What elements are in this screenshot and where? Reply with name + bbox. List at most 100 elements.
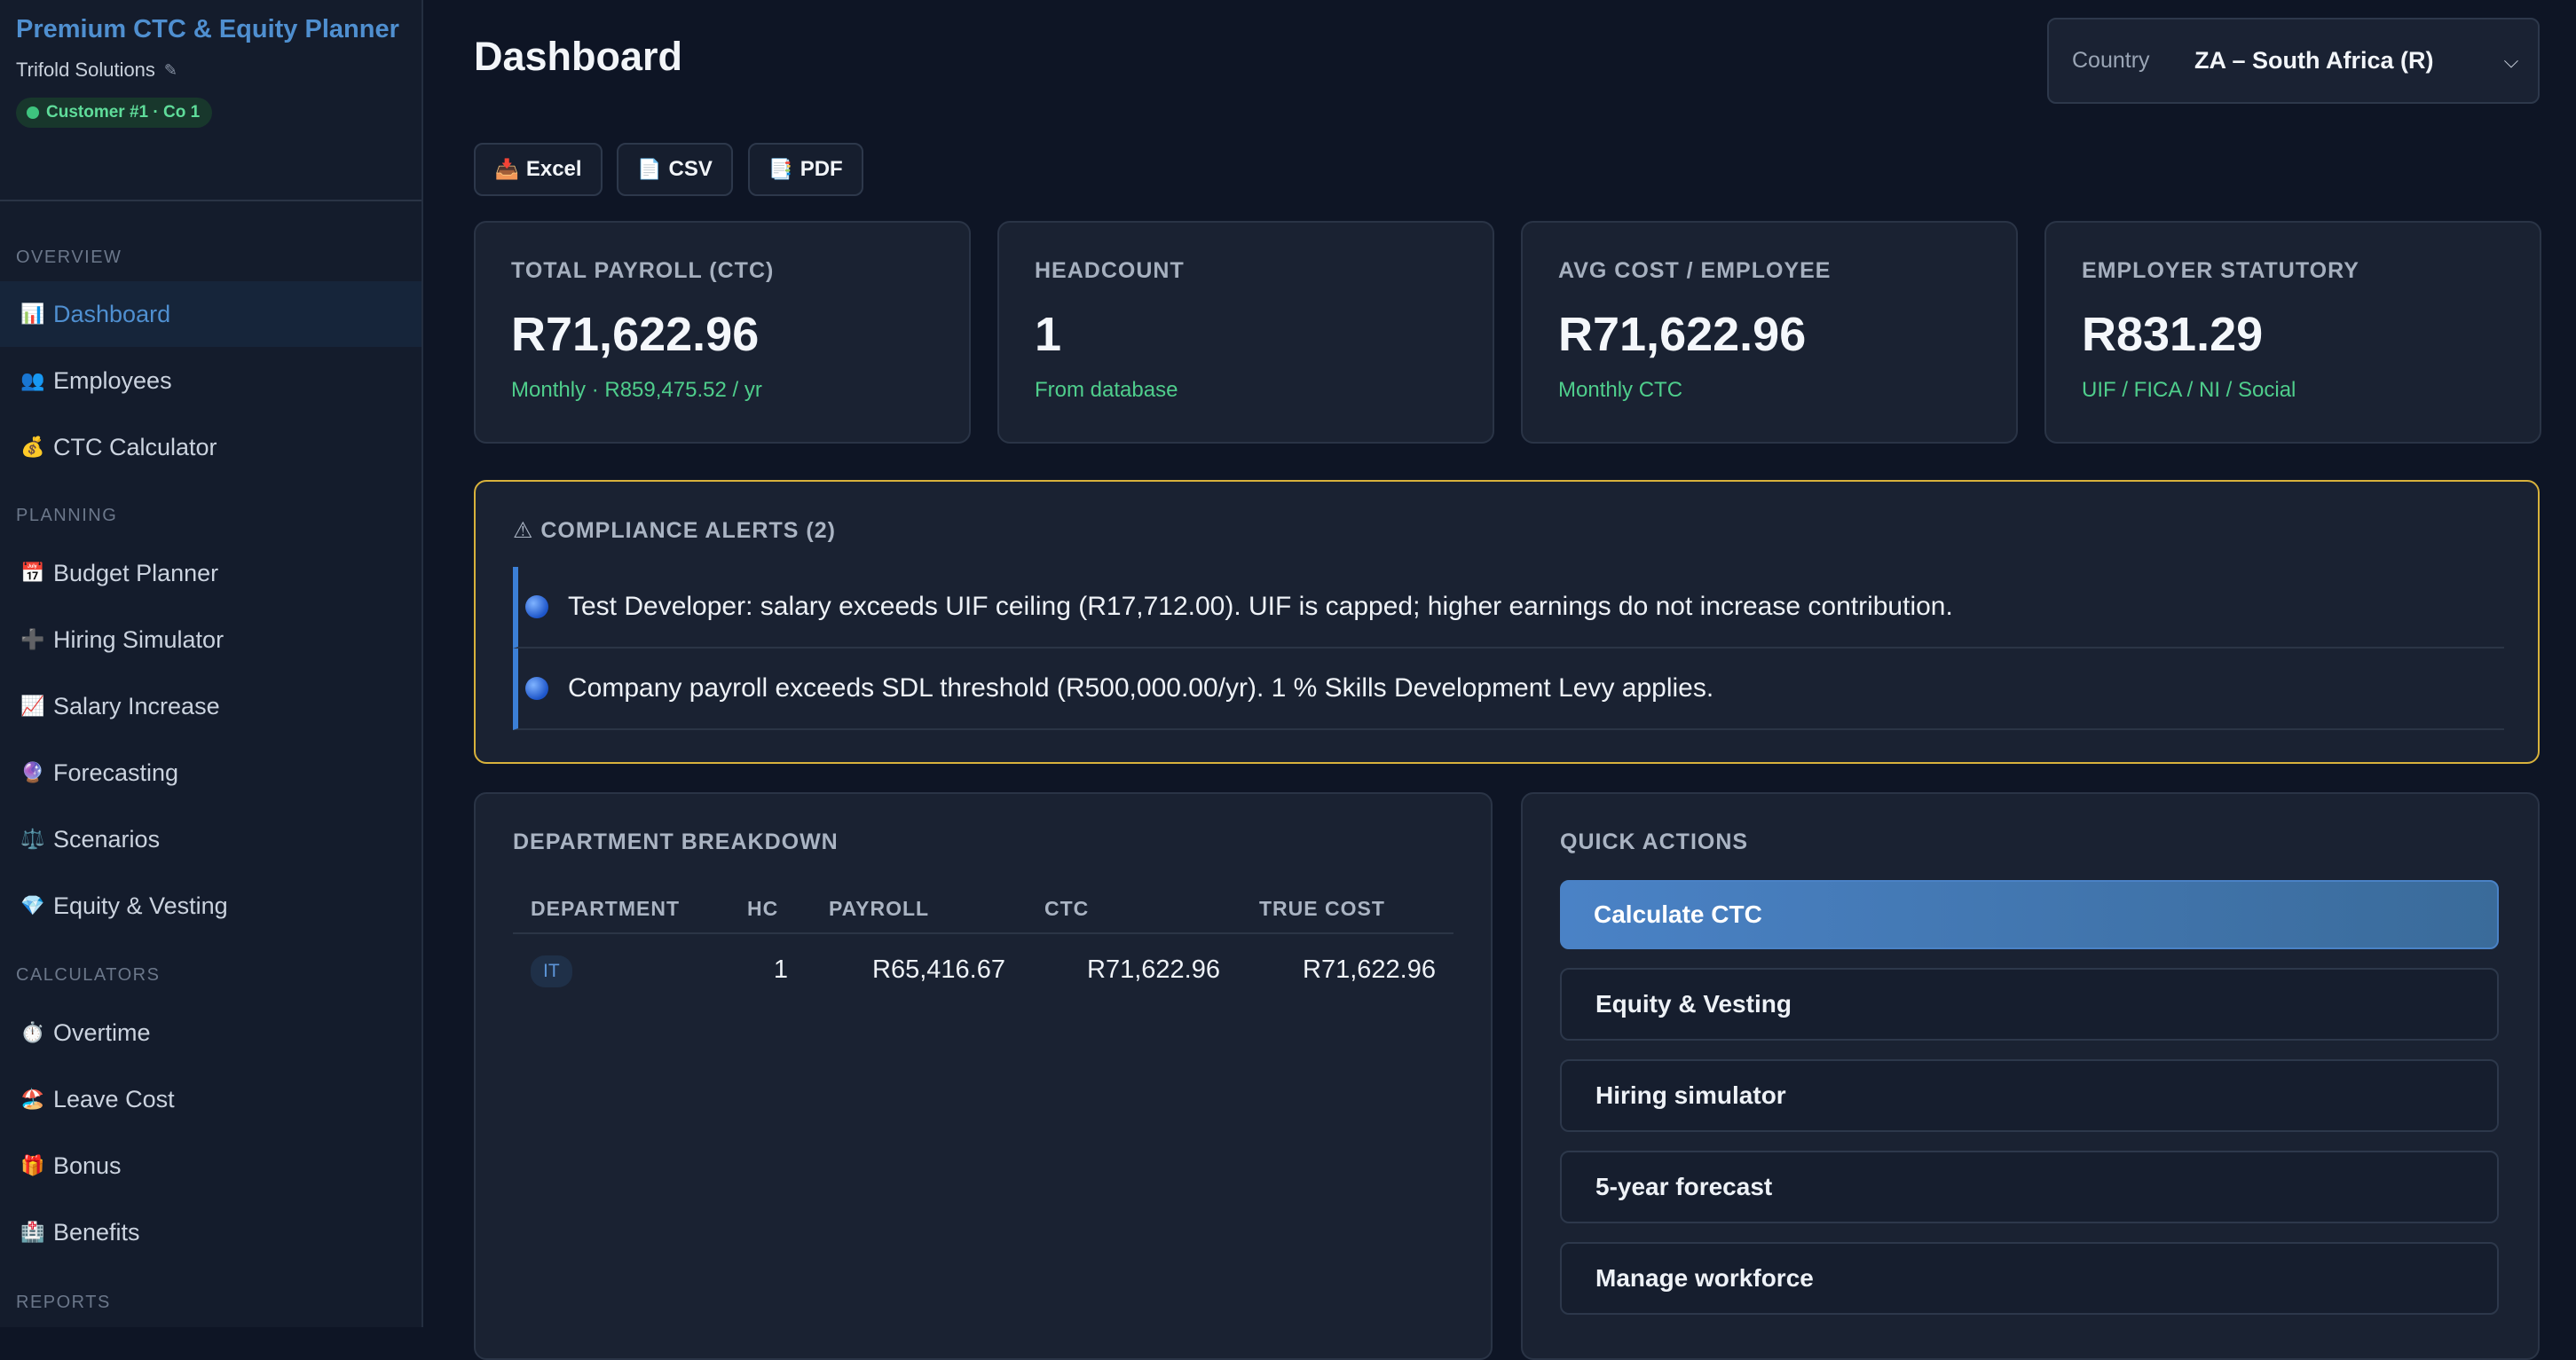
- column-header[interactable]: PAYROLL: [829, 897, 929, 921]
- scales-icon: ⚖️: [20, 828, 45, 850]
- alert-item: Test Developer: salary exceeds UIF ceili…: [513, 567, 2504, 649]
- page-title: Dashboard: [474, 34, 683, 79]
- blue-dot-icon: [525, 595, 548, 618]
- stat-subtext: From database: [1035, 378, 1178, 402]
- panel-title: QUICK ACTIONS: [1560, 829, 1749, 854]
- chart-icon: 📊: [20, 303, 45, 325]
- customer-badge: Customer #1 · Co 1: [16, 98, 213, 128]
- brand-title[interactable]: Premium CTC & Equity Planner: [16, 12, 406, 46]
- gem-icon: 💎: [20, 894, 45, 916]
- sidebar-item-label: Equity & Vesting: [53, 892, 228, 919]
- stat-value: R71,622.96: [1558, 308, 1807, 361]
- alerts-title: ⚠ COMPLIANCE ALERTS (2): [513, 518, 836, 543]
- sidebar-item-label: Leave Cost: [53, 1085, 175, 1112]
- customer-badge-label: Customer #1 · Co 1: [46, 103, 201, 122]
- stat-label: AVG COST / EMPLOYEE: [1558, 258, 1832, 283]
- stat-card-total-payroll: TOTAL PAYROLL (CTC) R71,622.96 Monthly ·…: [474, 221, 971, 444]
- true-cost-cell: R71,622.96: [1303, 955, 1436, 984]
- nav-section-calculators: CALCULATORS: [16, 965, 161, 985]
- export-label: PDF: [800, 157, 843, 181]
- manage-workforce-button[interactable]: Manage workforce: [1560, 1242, 2499, 1315]
- compliance-alerts-panel: ⚠ COMPLIANCE ALERTS (2) Test Developer: …: [474, 480, 2540, 764]
- sidebar-item-label: Forecasting: [53, 759, 179, 786]
- five-year-forecast-button[interactable]: 5-year forecast: [1560, 1151, 2499, 1223]
- sidebar-item-label: Hiring Simulator: [53, 625, 225, 653]
- beach-icon: 🏖️: [20, 1088, 45, 1110]
- hiring-simulator-button[interactable]: Hiring simulator: [1560, 1059, 2499, 1132]
- sidebar-item-salary-increase[interactable]: 📈 Salary Increase: [0, 673, 421, 739]
- document-icon: 📄: [637, 158, 662, 180]
- ctc-cell: R71,622.96: [1087, 955, 1220, 984]
- sidebar-item-label: CTC Calculator: [53, 433, 217, 460]
- panel-title: DEPARTMENT BREAKDOWN: [513, 829, 839, 854]
- sidebar-item-label: Scenarios: [53, 825, 161, 853]
- company-name: Trifold Solutions: [16, 59, 155, 81]
- country-select[interactable]: Country ZA – South Africa (R) ⌵: [2047, 18, 2540, 104]
- sidebar: Premium CTC & Equity Planner Trifold Sol…: [0, 0, 423, 1327]
- calendar-icon: 📅: [20, 562, 45, 584]
- blue-dot-icon: [525, 677, 548, 700]
- sidebar-item-label: Bonus: [53, 1152, 122, 1179]
- sidebar-item-hiring-simulator[interactable]: ➕ Hiring Simulator: [0, 607, 421, 672]
- hospital-icon: 🏥: [20, 1221, 45, 1243]
- stopwatch-icon: ⏱️: [20, 1021, 45, 1043]
- equity-vesting-button[interactable]: Equity & Vesting: [1560, 968, 2499, 1041]
- column-header[interactable]: TRUE COST: [1259, 897, 1385, 921]
- country-value: ZA – South Africa (R): [2194, 47, 2434, 74]
- column-header[interactable]: CTC: [1044, 897, 1089, 921]
- company-name-row[interactable]: Trifold Solutions ✎: [16, 59, 406, 82]
- sidebar-item-scenarios[interactable]: ⚖️ Scenarios: [0, 806, 421, 872]
- sidebar-item-leave-cost[interactable]: 🏖️ Leave Cost: [0, 1066, 421, 1132]
- department-tag: IT: [531, 955, 572, 987]
- money-bag-icon: 💰: [20, 436, 45, 458]
- sidebar-item-overtime[interactable]: ⏱️ Overtime: [0, 1000, 421, 1065]
- sidebar-item-label: Overtime: [53, 1018, 151, 1046]
- hc-cell: 1: [773, 955, 788, 984]
- sidebar-item-dashboard[interactable]: 📊 Dashboard: [0, 281, 421, 347]
- nav-section-planning: PLANNING: [16, 506, 118, 525]
- sidebar-item-equity-vesting[interactable]: 💎 Equity & Vesting: [0, 873, 421, 939]
- stat-card-employer-statutory: EMPLOYER STATUTORY R831.29 UIF / FICA / …: [2044, 221, 2541, 444]
- stat-subtext: UIF / FICA / NI / Social: [2082, 378, 2296, 402]
- sidebar-item-label: Benefits: [53, 1218, 140, 1246]
- sidebar-item-bonus[interactable]: 🎁 Bonus: [0, 1133, 421, 1199]
- nav-section-overview: OVERVIEW: [16, 248, 122, 267]
- column-header[interactable]: HC: [747, 897, 778, 921]
- export-csv-button[interactable]: 📄 CSV: [617, 143, 733, 196]
- gift-icon: 🎁: [20, 1154, 45, 1176]
- stat-subtext: Monthly CTC: [1558, 378, 1683, 402]
- sidebar-item-benefits[interactable]: 🏥 Benefits: [0, 1199, 421, 1265]
- table-header: DEPARTMENT HC PAYROLL CTC TRUE COST: [513, 883, 1453, 934]
- column-header[interactable]: DEPARTMENT: [531, 897, 680, 921]
- stat-label: TOTAL PAYROLL (CTC): [511, 258, 775, 283]
- table-row[interactable]: IT 1 R65,416.67 R71,622.96 R71,622.96: [513, 934, 1453, 1009]
- crystal-ball-icon: 🔮: [20, 761, 45, 783]
- sidebar-item-ctc-calculator[interactable]: 💰 CTC Calculator: [0, 414, 421, 480]
- people-icon: 👥: [20, 369, 45, 391]
- edit-icon[interactable]: ✎: [164, 61, 177, 80]
- pages-icon: 📑: [768, 158, 793, 180]
- sidebar-item-employees[interactable]: 👥 Employees: [0, 348, 421, 413]
- sidebar-item-label: Dashboard: [53, 300, 171, 327]
- sidebar-item-forecasting[interactable]: 🔮 Forecasting: [0, 740, 421, 806]
- stat-card-avg-cost: AVG COST / EMPLOYEE R71,622.96 Monthly C…: [1521, 221, 2018, 444]
- trend-up-icon: 📈: [20, 695, 45, 717]
- calculate-ctc-button[interactable]: Calculate CTC: [1560, 880, 2499, 949]
- alert-item: Company payroll exceeds SDL threshold (R…: [513, 649, 2504, 730]
- alert-text: Company payroll exceeds SDL threshold (R…: [568, 673, 1714, 703]
- plus-icon: ➕: [20, 628, 45, 650]
- export-pdf-button[interactable]: 📑 PDF: [748, 143, 863, 196]
- alert-text: Test Developer: salary exceeds UIF ceili…: [568, 592, 1953, 621]
- country-label: Country: [2072, 48, 2150, 73]
- nav-section-reports: REPORTS: [16, 1293, 111, 1312]
- export-label: CSV: [668, 157, 713, 181]
- inbox-tray-icon: 📥: [494, 158, 519, 180]
- stat-label: EMPLOYER STATUTORY: [2082, 258, 2359, 283]
- sidebar-item-budget-planner[interactable]: 📅 Budget Planner: [0, 540, 421, 606]
- brand: Premium CTC & Equity Planner Trifold Sol…: [0, 0, 421, 201]
- export-excel-button[interactable]: 📥 Excel: [474, 143, 603, 196]
- status-dot-icon: [27, 106, 39, 119]
- stat-card-headcount: HEADCOUNT 1 From database: [997, 221, 1494, 444]
- sidebar-item-label: Salary Increase: [53, 692, 220, 719]
- export-label: Excel: [525, 157, 582, 181]
